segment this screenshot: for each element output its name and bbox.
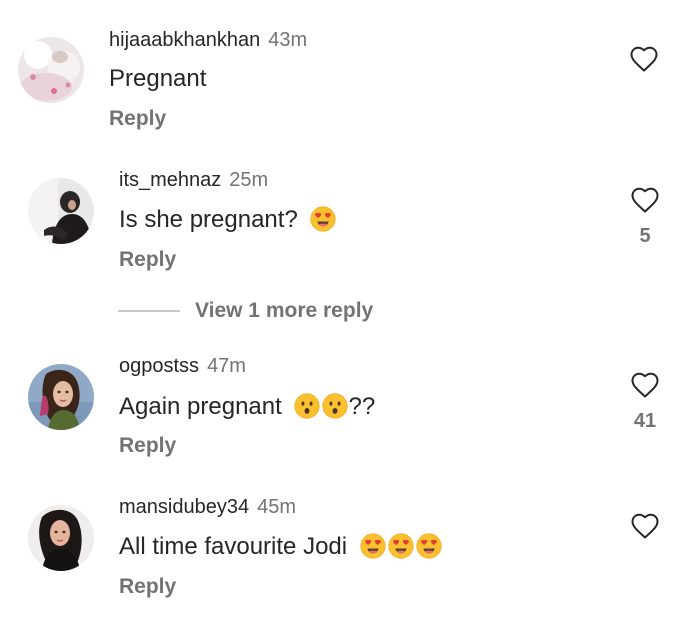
divider-line	[118, 310, 180, 312]
comment-body: All time favourite Jodi	[119, 533, 348, 560]
view-more-replies-label[interactable]: View 1 more reply	[195, 298, 373, 324]
heart-outline-icon[interactable]	[628, 370, 662, 400]
user-avatar[interactable]	[28, 178, 94, 244]
username[interactable]: its_mehnaz	[119, 169, 221, 191]
reply-button[interactable]: Reply	[119, 433, 176, 459]
username[interactable]: ogpostss	[119, 355, 199, 377]
comment-body: Again pregnant	[119, 393, 282, 420]
username[interactable]: mansidubey34	[119, 496, 249, 518]
hushed-face-emoji	[294, 393, 320, 419]
heart-eyes-emoji	[310, 206, 336, 232]
comment-text: Again pregnant ??	[119, 392, 375, 422]
timestamp: 47m	[207, 355, 246, 377]
comment-meta: its_mehnaz 25m	[119, 168, 268, 192]
timestamp: 45m	[257, 496, 296, 518]
comment-text: Is she pregnant?	[119, 205, 336, 235]
heart-eyes-emoji	[388, 533, 414, 559]
comment-meta: mansidubey34 45m	[119, 495, 296, 519]
reply-button[interactable]: Reply	[119, 247, 176, 273]
heart-eyes-emoji	[416, 533, 442, 559]
comment-body: Is she pregnant?	[119, 206, 298, 233]
heart-outline-icon[interactable]	[628, 185, 662, 215]
heart-outline-icon[interactable]	[627, 44, 661, 74]
heart-outline-icon[interactable]	[628, 511, 662, 541]
reply-button[interactable]: Reply	[109, 106, 166, 132]
comment-meta: hijaaabkhankhan 43m	[109, 28, 307, 52]
comment-body: Pregnant	[109, 65, 207, 92]
comment-meta: ogpostss 47m	[119, 354, 246, 378]
timestamp: 43m	[268, 29, 308, 51]
like-count: 5	[639, 225, 651, 247]
user-avatar[interactable]	[18, 37, 84, 103]
like-count: 41	[633, 410, 657, 432]
user-avatar[interactable]	[28, 364, 94, 430]
heart-eyes-emoji	[360, 533, 386, 559]
user-avatar[interactable]	[28, 505, 94, 571]
comment-text: Pregnant	[109, 64, 206, 94]
comment-text: All time favourite Jodi	[119, 532, 442, 562]
reply-button[interactable]: Reply	[119, 574, 176, 600]
timestamp: 25m	[229, 169, 269, 191]
hushed-face-emoji	[322, 393, 348, 419]
comment-suffix: ??	[348, 393, 376, 420]
username[interactable]: hijaaabkhankhan	[109, 29, 260, 51]
